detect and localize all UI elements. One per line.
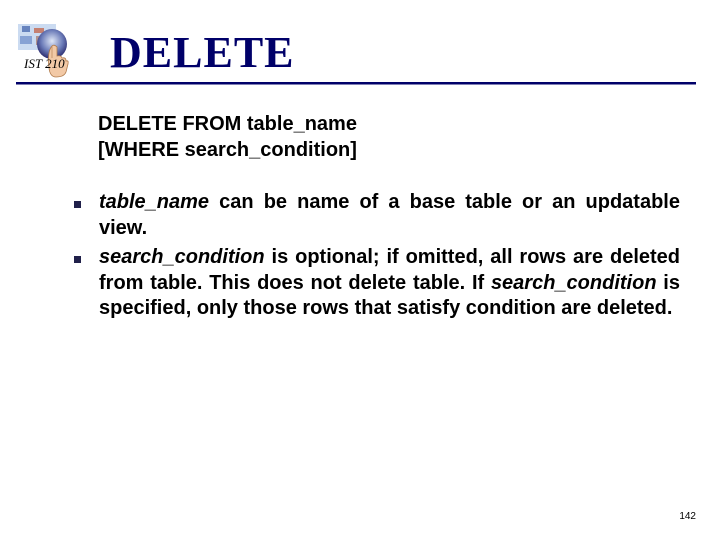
slide-header: IST 210 DELETE [0,0,720,78]
bullet-text: table_name can be name of a base table o… [99,190,680,241]
page-number: 142 [679,511,696,522]
list-item: table_name can be name of a base table o… [74,190,680,241]
title-underline-shadow [16,84,696,85]
header-graphic: IST 210 [16,22,84,78]
slide-title: DELETE [110,27,295,78]
bullet-list: table_name can be name of a base table o… [74,190,680,326]
list-item: search_condition is optional; if omitted… [74,245,680,322]
syntax-line-1: DELETE FROM table_name [98,112,357,138]
course-code-label: IST 210 [24,56,65,72]
bullet-icon [74,256,81,263]
bullet-text: search_condition is optional; if omitted… [99,245,680,322]
bullet-icon [74,201,81,208]
sql-syntax-block: DELETE FROM table_name [WHERE search_con… [98,112,357,163]
slide: IST 210 DELETE DELETE FROM table_name [W… [0,0,720,540]
syntax-line-2: [WHERE search_condition] [98,138,357,164]
